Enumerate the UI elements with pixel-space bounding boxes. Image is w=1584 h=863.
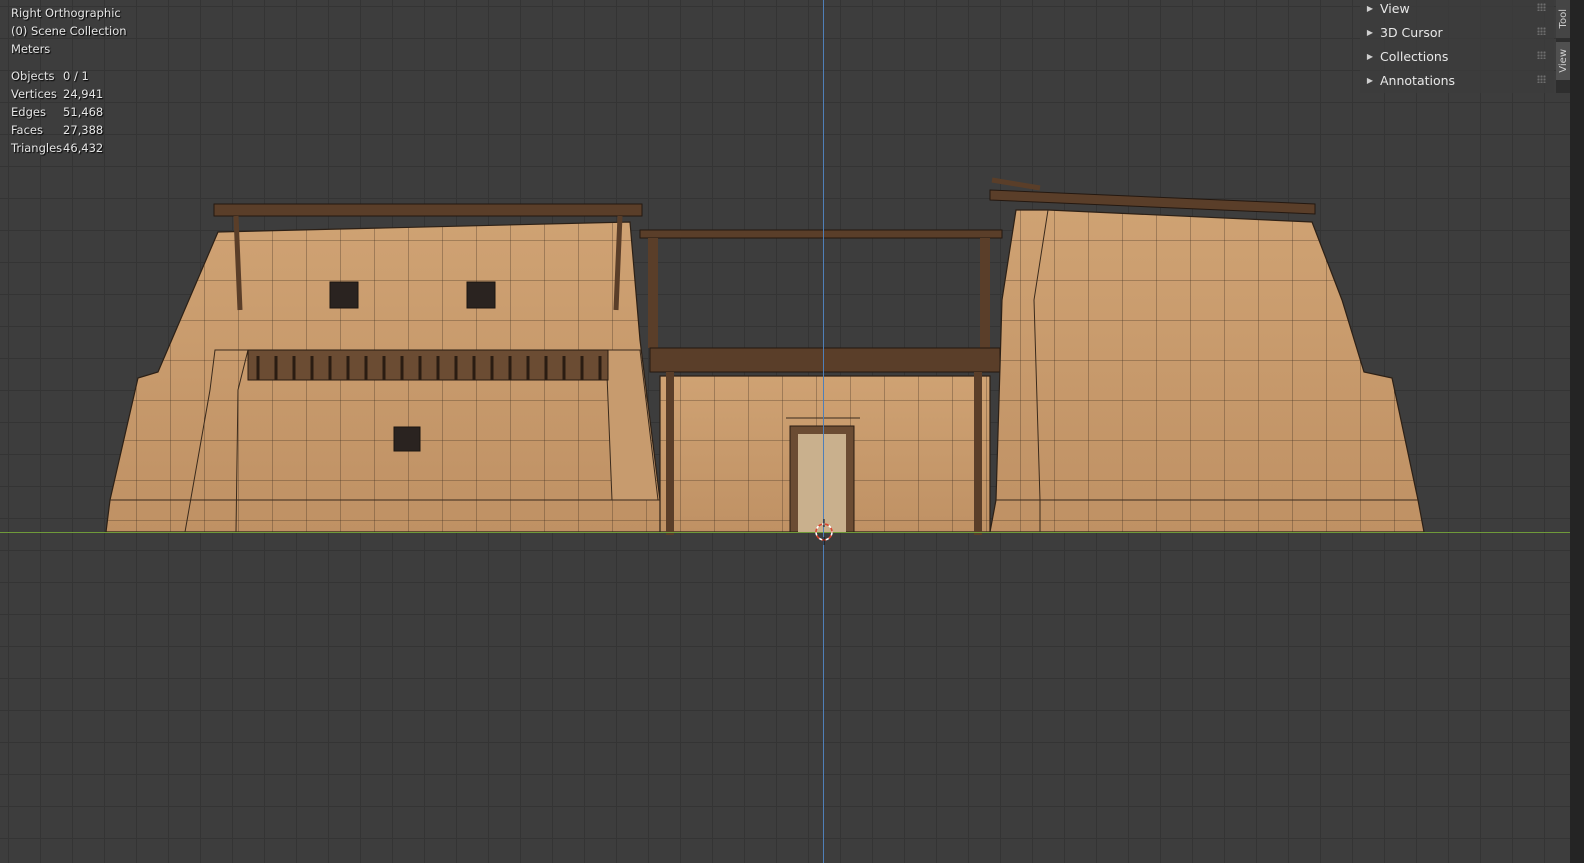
region-divider — [1570, 0, 1584, 863]
expand-arrow-icon: ▶ — [1366, 3, 1374, 13]
building-model — [105, 177, 1425, 535]
tab-label: Tool — [1557, 9, 1569, 29]
stat-value: 27,388 — [63, 123, 104, 137]
stat-label: Objects — [11, 69, 55, 83]
units: Meters — [11, 42, 51, 56]
panel-label: 3D Cursor — [1380, 24, 1443, 40]
stat-row-triangles: Triangles 46,432 — [11, 139, 103, 157]
panel-annotations[interactable]: ▶ Annotations — [1360, 68, 1554, 92]
panel-label: Annotations — [1380, 72, 1456, 88]
middle-gate — [639, 229, 1003, 535]
panel-label: View — [1380, 0, 1410, 16]
expand-arrow-icon: ▶ — [1366, 51, 1374, 61]
left-tower — [105, 203, 666, 533]
scene-collection: (0) Scene Collection — [11, 24, 127, 38]
panel-collections[interactable]: ▶ Collections — [1360, 44, 1554, 68]
drag-grip-icon[interactable] — [1537, 51, 1546, 59]
3d-cursor-icon[interactable] — [813, 519, 835, 545]
x-axis-line — [0, 532, 1570, 533]
stat-label: Triangles — [11, 141, 63, 155]
stat-value: 46,432 — [63, 141, 104, 155]
stat-label: Vertices — [11, 87, 57, 101]
drag-grip-icon[interactable] — [1537, 75, 1546, 83]
drag-grip-icon[interactable] — [1537, 27, 1546, 35]
stat-row-objects: Objects 0 / 1 — [11, 67, 103, 85]
drag-grip-icon[interactable] — [1537, 3, 1546, 11]
tab-tool[interactable]: Tool — [1556, 0, 1570, 38]
scene-statistics: Objects 0 / 1 Vertices 24,941 Edges 51,4… — [11, 67, 103, 157]
right-tower — [989, 177, 1425, 533]
sidebar-tabs: Tool View — [1556, 0, 1570, 93]
viewport-info: Right Orthographic (0) Scene Collection … — [11, 4, 127, 58]
stat-row-faces: Faces 27,388 — [11, 121, 103, 139]
expand-arrow-icon: ▶ — [1366, 27, 1374, 37]
stat-value: 51,468 — [63, 105, 104, 119]
tab-view[interactable]: View — [1556, 42, 1570, 80]
expand-arrow-icon: ▶ — [1366, 75, 1374, 85]
stat-value: 0 / 1 — [63, 69, 89, 83]
view-name: Right Orthographic — [11, 6, 121, 20]
panel-3d-cursor[interactable]: ▶ 3D Cursor — [1360, 20, 1554, 44]
tab-label: View — [1557, 49, 1569, 73]
stat-label: Edges — [11, 105, 46, 119]
stat-row-edges: Edges 51,468 — [11, 103, 103, 121]
sidebar-panel: ▶ View ▶ 3D Cursor ▶ Collections ▶ Annot… — [1360, 0, 1554, 93]
z-axis-line — [823, 0, 824, 863]
stat-value: 24,941 — [63, 87, 104, 101]
panel-label: Collections — [1380, 48, 1449, 64]
panel-view[interactable]: ▶ View — [1360, 0, 1554, 20]
stat-label: Faces — [11, 123, 43, 137]
stat-row-vertices: Vertices 24,941 — [11, 85, 103, 103]
